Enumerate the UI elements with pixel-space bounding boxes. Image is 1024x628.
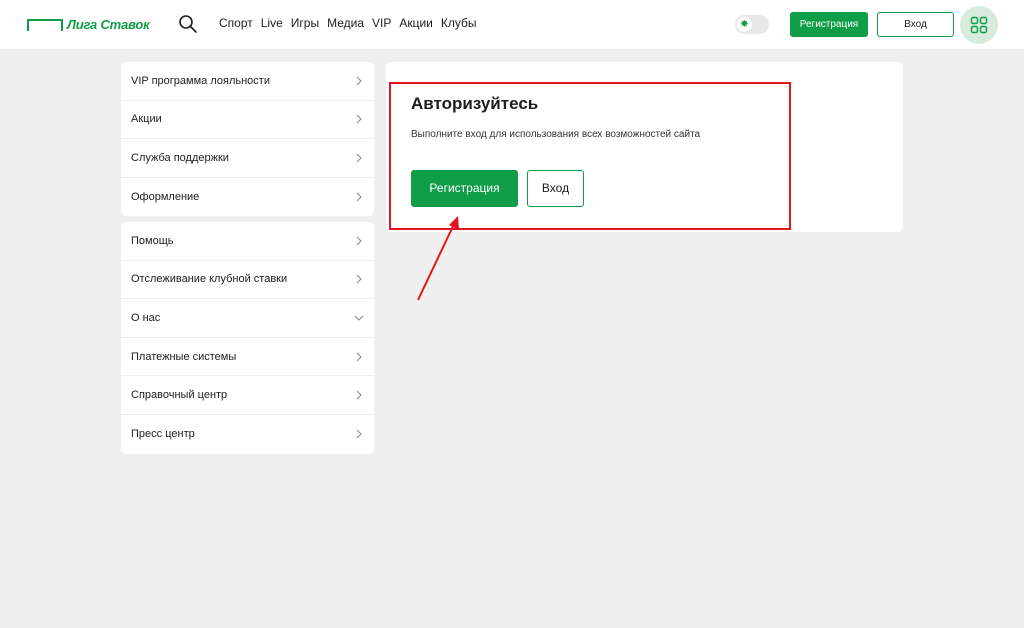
chevron-right-icon [354, 429, 364, 439]
chevron-right-icon [354, 352, 364, 362]
sun-icon: ✸ [737, 17, 752, 32]
sidebar-item-label: VIP программа лояльности [131, 74, 270, 87]
chevron-right-icon [354, 236, 364, 246]
sidebar-item-label: О нас [131, 311, 161, 324]
login-button[interactable]: Вход [527, 170, 584, 207]
nav-item-promotions[interactable]: Акции [399, 16, 433, 30]
chevron-right-icon [354, 192, 364, 202]
nav-item-clubs[interactable]: Клубы [441, 16, 477, 30]
chevron-right-icon [354, 390, 364, 400]
sidebar-item-press-center[interactable]: Пресс центр [121, 415, 374, 454]
sidebar-item-appearance[interactable]: Оформление [121, 178, 374, 217]
annotation-arrow-icon [417, 216, 459, 301]
sidebar-item-club-bet-tracking[interactable]: Отслеживание клубной ставки [121, 261, 374, 300]
nav-item-live[interactable]: Live [261, 16, 283, 30]
sidebar-item-label: Оформление [131, 191, 200, 204]
search-icon[interactable] [178, 14, 198, 34]
header-login-button[interactable]: Вход [877, 12, 954, 37]
sidebar-item-promotions[interactable]: Акции [121, 101, 374, 140]
auth-subtitle: Выполните вход для использования всех во… [411, 129, 701, 140]
chevron-right-icon [354, 274, 364, 284]
top-header: Лига Ставок Спорт Live Игры Медиа VIP Ак… [0, 0, 1024, 49]
sidebar-item-help[interactable]: Помощь [121, 222, 374, 261]
sidebar-item-label: Платежные системы [131, 350, 237, 363]
register-button[interactable]: Регистрация [411, 170, 518, 207]
sidebar-item-label: Отслеживание клубной ставки [131, 273, 288, 286]
sidebar-item-help-center[interactable]: Справочный центр [121, 376, 374, 415]
sidebar-item-label: Акции [131, 113, 162, 126]
chevron-right-icon [354, 76, 364, 86]
sidebar-item-label: Служба поддержки [131, 151, 229, 164]
theme-toggle[interactable]: ✸ [735, 15, 769, 34]
sidebar-item-payment-systems[interactable]: Платежные системы [121, 338, 374, 377]
logo-mark-icon [27, 19, 63, 31]
sidebar-item-label: Пресс центр [131, 428, 195, 441]
nav-item-vip[interactable]: VIP [372, 16, 391, 30]
main-nav: Спорт Live Игры Медиа VIP Акции Клубы [219, 16, 485, 30]
sidebar-item-about[interactable]: О нас [121, 299, 374, 338]
sidebar-item-label: Справочный центр [131, 389, 228, 402]
sidebar-item-support[interactable]: Служба поддержки [121, 139, 374, 178]
auth-title: Авторизуйтесь [411, 94, 539, 113]
sidebar-menu-group-2: Помощь Отслеживание клубной ставки О нас… [121, 222, 374, 454]
chevron-right-icon [354, 114, 364, 124]
sidebar-menu-group-1: VIP программа лояльности Акции Служба по… [121, 62, 374, 217]
chevron-right-icon [354, 153, 364, 163]
apps-grid-icon[interactable] [960, 6, 998, 44]
sidebar-item-label: Помощь [131, 234, 174, 247]
header-register-button[interactable]: Регистрация [790, 12, 868, 37]
chevron-down-icon [354, 313, 364, 323]
logo-text: Лига Ставок [67, 16, 150, 32]
sidebar-item-vip-loyalty[interactable]: VIP программа лояльности [121, 62, 374, 101]
nav-item-games[interactable]: Игры [291, 16, 319, 30]
nav-item-media[interactable]: Медиа [327, 16, 364, 30]
nav-item-sport[interactable]: Спорт [219, 16, 253, 30]
logo[interactable]: Лига Ставок [27, 15, 150, 33]
